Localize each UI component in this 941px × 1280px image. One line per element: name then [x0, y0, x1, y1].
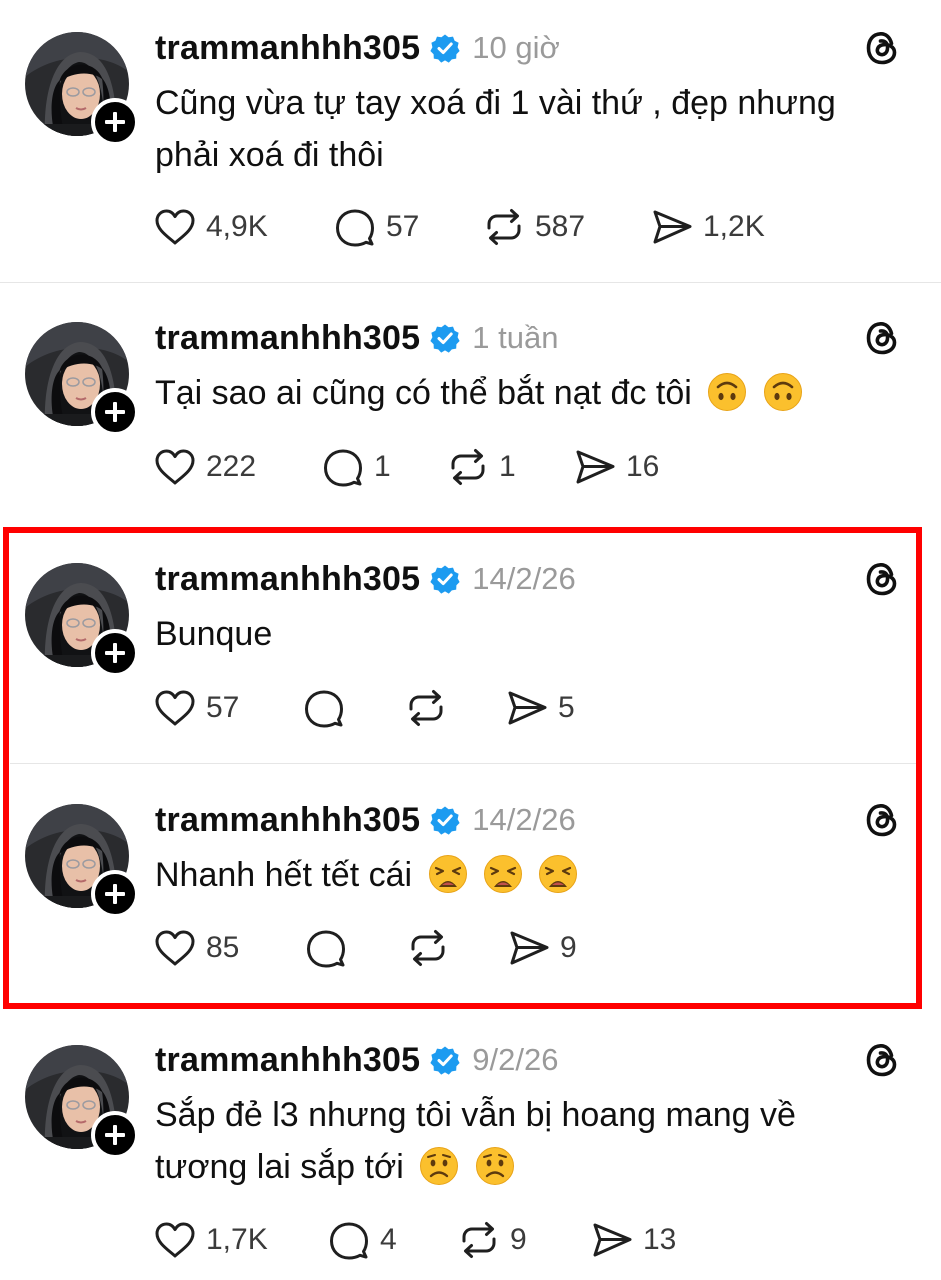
- repost-count: 587: [535, 210, 586, 243]
- post-text: Tại sao ai cũng có thể bắt nạt đc tôi: [155, 367, 885, 419]
- post-text-content: Tại sao ai cũng có thể bắt nạt đc tôi: [155, 374, 692, 412]
- reply-count: 4: [380, 1223, 397, 1256]
- reply-count: 57: [386, 210, 420, 243]
- username[interactable]: trammanhhh305: [155, 29, 420, 68]
- heart-icon: [153, 1218, 197, 1262]
- share-send-icon: [650, 205, 694, 249]
- highlight-box: [3, 527, 922, 1009]
- post-text: Cũng vừa tự tay xoá đi 1 vài thứ , đẹp n…: [155, 77, 885, 181]
- reply-count: 1: [374, 450, 391, 483]
- worried-face-emoji-icon: [419, 1146, 459, 1186]
- repost-button[interactable]: 1: [446, 445, 516, 489]
- reply-button[interactable]: 57: [333, 205, 419, 249]
- threads-logo-icon[interactable]: [861, 317, 903, 359]
- share-button[interactable]: 1,2K: [650, 205, 765, 249]
- like-count: 222: [206, 450, 257, 483]
- verified-badge-icon: [430, 1045, 460, 1075]
- post-timestamp[interactable]: 1 tuần: [472, 320, 558, 356]
- repost-icon: [482, 205, 526, 249]
- thread-post[interactable]: trammanhhh305 1 tuần Tại sao ai cũng có …: [0, 283, 941, 522]
- share-count: 1,2K: [703, 210, 765, 243]
- upside-down-face-emoji-icon: [707, 372, 747, 412]
- repost-button[interactable]: 9: [457, 1218, 527, 1262]
- post-timestamp[interactable]: 9/2/26: [472, 1042, 558, 1078]
- follow-button[interactable]: [91, 1111, 139, 1159]
- like-count: 4,9K: [206, 210, 268, 243]
- verified-badge-icon: [430, 323, 460, 353]
- follow-button[interactable]: [91, 388, 139, 436]
- worried-face-emoji-icon: [475, 1146, 515, 1186]
- repost-icon: [457, 1218, 501, 1262]
- post-header: trammanhhh305 9/2/26: [155, 1038, 558, 1082]
- verified-badge-icon: [430, 33, 460, 63]
- post-header: trammanhhh305 10 giờ: [155, 26, 560, 70]
- share-count: 13: [643, 1223, 677, 1256]
- share-button[interactable]: 13: [590, 1218, 676, 1262]
- share-send-icon: [590, 1218, 634, 1262]
- share-send-icon: [573, 445, 617, 489]
- reply-button[interactable]: 4: [327, 1218, 397, 1262]
- username[interactable]: trammanhhh305: [155, 319, 420, 358]
- reply-bubble-icon: [333, 205, 377, 249]
- upside-down-face-emoji-icon: [763, 372, 803, 412]
- like-button[interactable]: 1,7K: [153, 1218, 268, 1262]
- repost-count: 9: [510, 1223, 527, 1256]
- threads-logo-icon[interactable]: [861, 27, 903, 69]
- thread-post[interactable]: trammanhhh305 9/2/26 Sắp đẻ l3 nhưng tôi…: [0, 1005, 941, 1280]
- like-count: 1,7K: [206, 1223, 268, 1256]
- threads-logo-icon[interactable]: [861, 1039, 903, 1081]
- share-button[interactable]: 16: [573, 445, 659, 489]
- repost-button[interactable]: 587: [482, 205, 585, 249]
- share-count: 16: [626, 450, 660, 483]
- thread-feed: trammanhhh305 10 giờ Cũng vừa tự tay xoá…: [0, 0, 941, 1280]
- repost-icon: [446, 445, 490, 489]
- thread-post[interactable]: trammanhhh305 10 giờ Cũng vừa tự tay xoá…: [0, 0, 941, 282]
- post-header: trammanhhh305 1 tuần: [155, 316, 558, 360]
- post-text: Sắp đẻ l3 nhưng tôi vẫn bị hoang mang về…: [155, 1089, 885, 1193]
- heart-icon: [153, 445, 197, 489]
- username[interactable]: trammanhhh305: [155, 1041, 420, 1080]
- post-timestamp[interactable]: 10 giờ: [472, 30, 560, 66]
- reply-bubble-icon: [327, 1218, 371, 1262]
- heart-icon: [153, 205, 197, 249]
- like-button[interactable]: 222: [153, 445, 256, 489]
- follow-button[interactable]: [91, 98, 139, 146]
- post-text-content: Cũng vừa tự tay xoá đi 1 vài thứ , đẹp n…: [155, 84, 836, 174]
- reply-button[interactable]: 1: [321, 445, 391, 489]
- reply-bubble-icon: [321, 445, 365, 489]
- like-button[interactable]: 4,9K: [153, 205, 268, 249]
- repost-count: 1: [499, 450, 516, 483]
